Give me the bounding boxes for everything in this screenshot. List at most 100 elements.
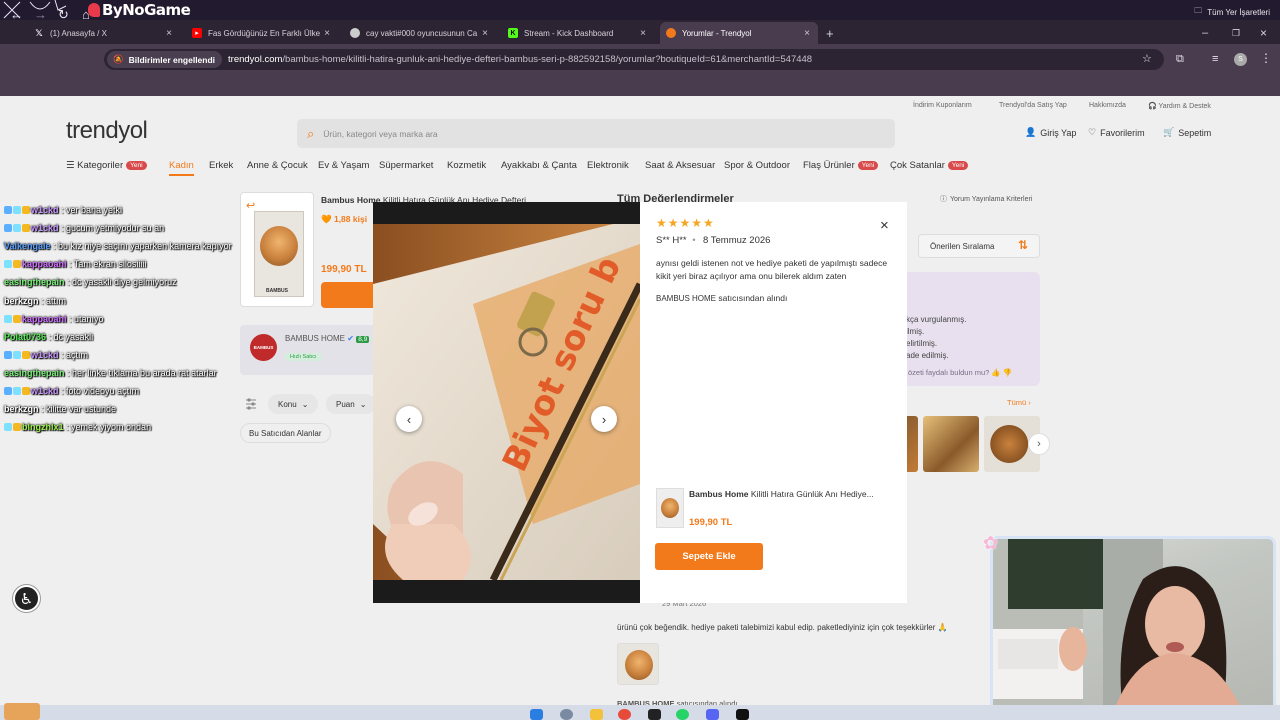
filter-rating[interactable]: Puan ⌄ [326,394,377,414]
bell-off-icon: 🔕 [113,54,124,64]
whatsapp-icon[interactable] [676,709,689,720]
trendyol-logo[interactable]: trendyol [66,117,148,145]
product-image-card[interactable]: ↩ BAMBUS [240,192,314,307]
close-icon[interactable]: × [480,28,490,39]
address-bar[interactable]: 🔕 Bildirimler engellendi trendyol.com/bam… [104,49,1164,70]
nav-saat-aksesuar[interactable]: Saat & Aksesuar [645,160,715,171]
notification-blocked-badge[interactable]: 🔕 Bildirimler engellendi [107,51,223,68]
chat-username[interactable]: w1ckd [31,350,59,360]
product-thumbnail[interactable] [656,488,684,528]
nav-ayakkabi-canta[interactable]: Ayakkabı & Çanta [501,160,577,171]
explorer-icon[interactable] [590,709,603,720]
top-link-help[interactable]: 🎧 Yardım & Destek [1148,102,1211,110]
forward-icon[interactable]: → [34,8,47,22]
new-tab-button[interactable]: + [820,22,838,44]
nav-anne-cocuk[interactable]: Anne & Çocuk [247,160,308,171]
badge-icon [13,224,21,233]
chat-username[interactable]: easingthepain [4,368,65,378]
nav-spor-outdoor[interactable]: Spor & Outdoor [724,160,790,171]
tab-youtube[interactable]: ▸ Fas Gördüğünüz En Farklı Ülke × [186,22,338,44]
nav-flas-urunler[interactable]: Flaş Ürünler Yeni [803,160,879,171]
cart-button[interactable]: 🛒 Sepetim [1163,127,1211,138]
back-icon[interactable]: ← [10,8,23,22]
top-link-sell[interactable]: Trendyol'da Satış Yap [999,102,1067,109]
media-icon[interactable]: ≡ [1212,52,1218,66]
extensions-icon[interactable]: ⧉ [1176,52,1184,66]
discord-icon[interactable] [706,709,719,720]
photos-all-link[interactable]: Tümü › [1007,398,1031,407]
menu-icon[interactable]: ⋮ [1260,51,1272,65]
modal-next-button[interactable]: › [591,406,617,432]
maximize-icon[interactable]: ❐ [1226,22,1242,44]
thumbs-down-icon[interactable]: 👎 [1003,368,1012,377]
nav-elektronik[interactable]: Elektronik [587,160,629,171]
obs-icon[interactable] [736,709,749,720]
chat-username[interactable]: Polat0736 [4,332,46,342]
chat-username[interactable]: w1ckd [31,223,59,233]
add-to-cart-button[interactable] [321,282,377,308]
app-icon[interactable] [648,709,661,720]
tab-kick[interactable]: K Stream - Kick Dashboard × [502,22,654,44]
chat-username[interactable]: kappaoahi [22,314,67,324]
sort-order-icon[interactable]: ⇅ [1018,238,1028,252]
nav-supermarket[interactable]: Süpermarket [379,160,433,171]
favorites-button[interactable]: ♡ Favorilerim [1088,127,1145,138]
seller-name[interactable]: BAMBUS HOME ✔ 8,9 [285,334,370,343]
nav-cok-satanlar[interactable]: Çok Satanlar Yeni [890,160,969,171]
close-icon[interactable]: × [802,28,812,39]
nav-ev-yasam[interactable]: Ev & Yaşam [318,160,369,171]
badge-icon [4,387,12,395]
bookmark-star-icon[interactable]: ☆ [1142,52,1152,66]
tab-profile[interactable]: cay vakti#000 oyuncusunun Ca × [344,22,496,44]
tab-trendyol[interactable]: Yorumlar - Trendyol × [660,22,818,44]
chat-username[interactable]: w1ckd [31,205,59,215]
review-text: aynısı geldi istenen not ve hediye paket… [656,258,888,281]
filter-icon[interactable] [240,394,262,414]
login-button[interactable]: 👤 Giriş Yap [1025,127,1076,138]
bynogame-logo: ByNoGame [88,1,191,19]
close-icon[interactable]: × [322,28,332,39]
tab-twitter[interactable]: 𝕏 (1) Anasayfa / X × [28,22,180,44]
chat-username[interactable]: easingthepain [4,277,65,287]
photos-next-icon[interactable]: › [1028,433,1050,455]
review-photo-thumb[interactable] [923,416,979,472]
search-input[interactable]: ⌕ Ürün, kategori veya marka ara [297,119,895,148]
nav-erkek[interactable]: Erkek [209,160,233,171]
nav-categories[interactable]: ☰ Kategoriler Yeni [66,160,147,171]
accessibility-icon[interactable]: ♿ [13,585,40,612]
close-icon[interactable]: × [880,217,889,234]
product-title[interactable]: Bambus Home Kilitli Hatıra Günlük Anı He… [689,489,874,499]
filter-topic[interactable]: Konu ⌄ [268,394,319,414]
profile-avatar[interactable]: S [1234,53,1247,66]
start-icon[interactable] [530,709,543,720]
search-taskbar-icon[interactable] [560,709,573,720]
chat-username[interactable]: berkzgn [4,404,39,414]
chat-username[interactable]: w1ckd [31,386,59,396]
chat-username[interactable]: berkzgn [4,296,39,306]
nav-kadin[interactable]: Kadın [169,160,194,176]
nav-kozmetik[interactable]: Kozmetik [447,160,486,171]
close-icon[interactable]: × [164,28,174,39]
modal-prev-button[interactable]: ‹ [396,406,422,432]
review-seller: BAMBUS HOME satıcısından alındı [656,293,788,303]
all-bookmarks-button[interactable]: 🗀 Tüm Yer İşaretleri [1194,5,1270,19]
chat-text: her linke tıklama bu arada rat atarlar [72,367,217,378]
review-criteria-link[interactable]: ⓘ Yorum Yayınlama Kriterleri [940,194,1032,204]
chat-message: easingthepain : dc yasakli diye gelmiyor… [4,277,177,288]
chat-username[interactable]: Valkengale [4,241,51,251]
chrome-icon[interactable] [618,709,631,720]
reload-icon[interactable]: ↻ [58,8,69,22]
chat-username[interactable]: blngzhlx1 [22,422,64,432]
minimize-icon[interactable]: – [1196,22,1212,44]
filter-chip-seller-buyers[interactable]: Bu Satıcıdan Alanlar [240,423,331,443]
window-close-icon[interactable]: × [1254,22,1270,44]
thumbs-up-icon[interactable]: 👍 [991,368,1000,377]
chat-text: gucum yetmiyodur su an [66,223,165,234]
review-photo[interactable] [617,643,659,685]
add-to-cart-button[interactable]: Sepete Ekle [655,543,763,570]
top-link-coupons[interactable]: İndirim Kuponlarım [913,102,972,109]
top-link-about[interactable]: Hakkımızda [1089,102,1126,109]
chat-username[interactable]: kappaoahi [22,259,67,269]
close-icon[interactable]: × [638,28,648,39]
home-icon[interactable]: ⌂ [82,8,90,22]
